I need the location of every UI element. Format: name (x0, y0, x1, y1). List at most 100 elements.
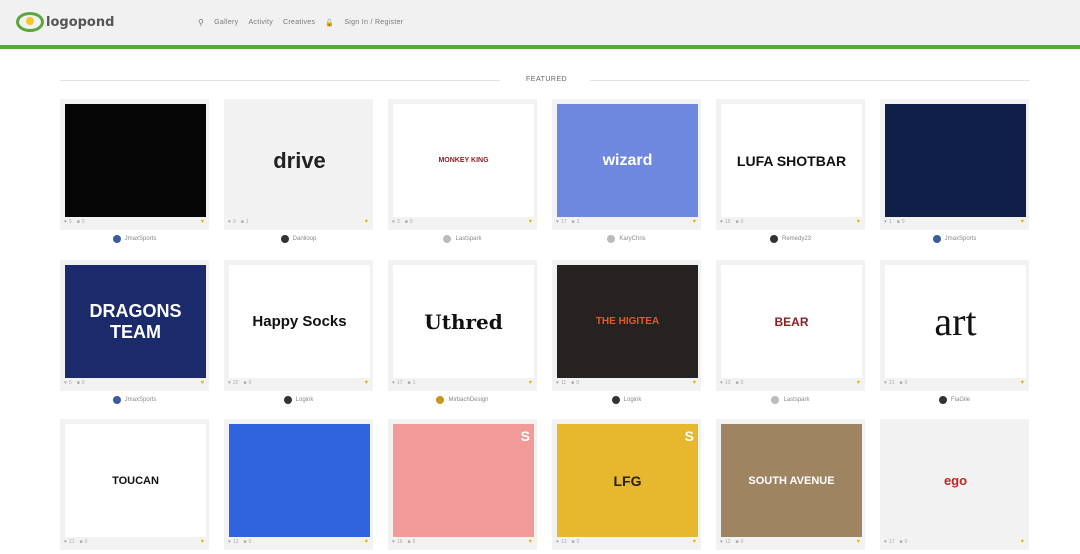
comment-icon[interactable]: ■ (244, 380, 247, 386)
card-author[interactable]: KaryChris (552, 235, 701, 243)
author-avatar[interactable] (769, 235, 778, 243)
logo-card[interactable]: ♥ 1 ■ 0 ♥ (880, 99, 1029, 230)
heart-icon[interactable]: ♥ (392, 219, 395, 225)
author-avatar[interactable] (112, 235, 121, 243)
logo-thumbnail[interactable]: ego (885, 424, 1026, 537)
logo-thumbnail[interactable]: drive (229, 104, 370, 217)
heart-icon[interactable]: ♥ (64, 380, 67, 386)
heart-icon[interactable]: ♥ (556, 380, 559, 386)
comment-icon[interactable]: ■ (408, 539, 411, 545)
logo-thumbnail[interactable] (65, 104, 206, 217)
logo-thumbnail[interactable]: TOUCAN (65, 424, 206, 537)
comment-icon[interactable]: ■ (736, 380, 739, 386)
author-name[interactable]: FiaGile (951, 397, 970, 403)
logo-card[interactable]: wizard ♥ 17 ■ 3 ♥ (552, 99, 701, 230)
author-name[interactable]: MirbachDesign (448, 397, 488, 403)
logo-thumbnail[interactable]: BEAR (721, 265, 862, 378)
logo-card[interactable]: LFG S ♥ 13 ■ 0 ♥ (552, 419, 701, 550)
logopond-logo[interactable]: logopond (16, 12, 114, 32)
logo-card[interactable]: ♥ 5 ■ 0 ♥ (60, 99, 209, 230)
author-avatar[interactable] (611, 396, 620, 404)
author-name[interactable]: Lastspark (783, 397, 809, 403)
comment-icon[interactable]: ■ (408, 380, 411, 386)
logo-card[interactable]: TOUCAN ♥ 21 ■ 0 ♥ (60, 419, 209, 550)
heart-icon[interactable]: ♥ (720, 219, 723, 225)
card-author[interactable]: JmaxSports (60, 396, 209, 404)
author-avatar[interactable] (283, 396, 292, 404)
card-author[interactable]: MirbachDesign (388, 396, 537, 404)
card-author[interactable]: Lastspark (716, 396, 865, 404)
card-author[interactable]: Lastspark (388, 235, 537, 243)
author-name[interactable]: Logink (624, 397, 642, 403)
comment-icon[interactable]: ■ (241, 219, 244, 225)
card-author[interactable]: JmaxSports (880, 235, 1029, 243)
comment-icon[interactable]: ■ (572, 219, 575, 225)
heart-icon[interactable]: ♥ (392, 539, 395, 545)
comment-icon[interactable]: ■ (736, 219, 739, 225)
comment-icon[interactable]: ■ (900, 380, 903, 386)
logo-thumbnail[interactable]: Uthred (393, 265, 534, 378)
heart-icon[interactable]: ♥ (392, 380, 395, 386)
logo-card[interactable]: art ♥ 21 ■ 0 ♥ (880, 260, 1029, 391)
comment-icon[interactable]: ■ (571, 380, 574, 386)
author-avatar[interactable] (771, 396, 780, 404)
author-name[interactable]: Lastspark (455, 236, 481, 242)
comment-icon[interactable]: ■ (405, 219, 408, 225)
author-name[interactable]: Remedy23 (782, 236, 811, 242)
comment-icon[interactable]: ■ (77, 380, 80, 386)
logo-thumbnail[interactable] (229, 424, 370, 537)
nav-gallery[interactable]: Gallery (214, 19, 238, 26)
author-name[interactable]: JmaxSports (125, 397, 157, 403)
comment-icon[interactable]: ■ (80, 539, 83, 545)
heart-icon[interactable]: ♥ (720, 380, 723, 386)
card-author[interactable]: Logink (552, 396, 701, 404)
card-author[interactable]: FiaGile (880, 396, 1029, 404)
author-name[interactable]: Daniloop (293, 236, 317, 242)
card-author[interactable]: Logink (224, 396, 373, 404)
author-name[interactable]: JmaxSports (125, 236, 157, 242)
logo-card[interactable]: drive ♥ 9 ■ 1 ♥ (224, 99, 373, 230)
author-avatar[interactable] (932, 235, 941, 243)
logo-thumbnail[interactable]: LFG S (557, 424, 698, 537)
author-avatar[interactable] (112, 396, 121, 404)
comment-icon[interactable]: ■ (244, 539, 247, 545)
heart-icon[interactable]: ♥ (64, 539, 67, 545)
comment-icon[interactable]: ■ (77, 219, 80, 225)
comment-icon[interactable]: ■ (736, 539, 739, 545)
logo-card[interactable]: S ♥ 16 ■ 6 ♥ (388, 419, 537, 550)
logo-card[interactable]: SOUTH AVENUE ♥ 12 ■ 0 ♥ (716, 419, 865, 550)
logo-card[interactable]: LUFA SHOTBAR ♥ 15 ■ 0 ♥ (716, 99, 865, 230)
card-author[interactable]: Daniloop (224, 235, 373, 243)
logo-card[interactable]: DRAGONS TEAM ♥ 5 ■ 0 ♥ (60, 260, 209, 391)
author-avatar[interactable] (280, 235, 289, 243)
comment-icon[interactable]: ■ (897, 219, 900, 225)
logo-card[interactable]: BEAR ♥ 13 ■ 0 ♥ (716, 260, 865, 391)
author-avatar[interactable] (436, 396, 445, 404)
author-avatar[interactable] (443, 235, 452, 243)
logo-thumbnail[interactable]: THE HIGITEA (557, 265, 698, 378)
logo-thumbnail[interactable]: SOUTH AVENUE (721, 424, 862, 537)
author-avatar[interactable] (938, 396, 947, 404)
author-name[interactable]: KaryChris (619, 236, 645, 242)
comment-icon[interactable]: ■ (572, 539, 575, 545)
heart-icon[interactable]: ♥ (884, 539, 887, 545)
logo-thumbnail[interactable]: art (885, 265, 1026, 378)
heart-icon[interactable]: ♥ (556, 539, 559, 545)
author-avatar[interactable] (607, 235, 616, 243)
logo-thumbnail[interactable]: Happy Socks (229, 265, 370, 378)
card-author[interactable]: JmaxSports (60, 235, 209, 243)
nav-activity[interactable]: Activity (248, 19, 273, 26)
heart-icon[interactable]: ♥ (228, 539, 231, 545)
heart-icon[interactable]: ♥ (884, 219, 887, 225)
heart-icon[interactable]: ♥ (720, 539, 723, 545)
heart-icon[interactable]: ♥ (884, 380, 887, 386)
heart-icon[interactable]: ♥ (228, 219, 231, 225)
logo-card[interactable]: Happy Socks ♥ 22 ■ 0 ♥ (224, 260, 373, 391)
heart-icon[interactable]: ♥ (64, 219, 67, 225)
logo-thumbnail[interactable]: wizard (557, 104, 698, 217)
logo-thumbnail[interactable] (885, 104, 1026, 217)
logo-thumbnail[interactable]: DRAGONS TEAM (65, 265, 206, 378)
author-name[interactable]: Logink (296, 397, 314, 403)
comment-icon[interactable]: ■ (900, 539, 903, 545)
logo-card[interactable]: MONKEY KING ♥ 3 ■ 0 ♥ (388, 99, 537, 230)
